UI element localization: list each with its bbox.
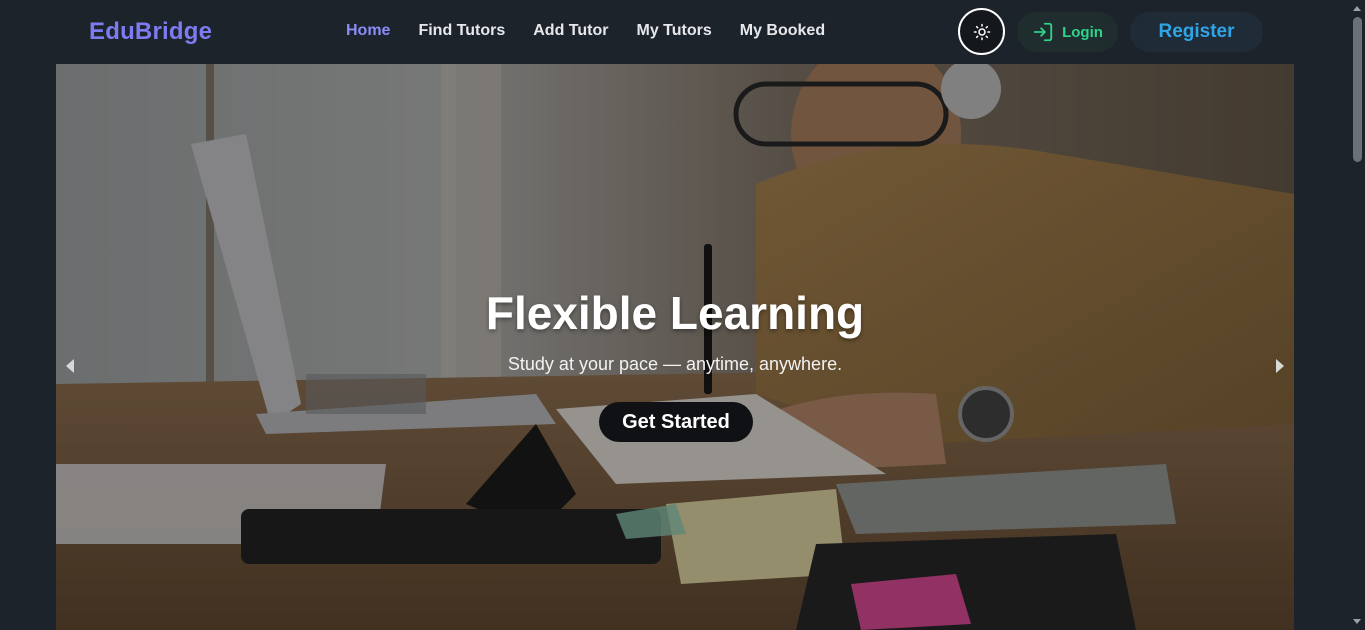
nav-item-my-tutors[interactable]: My Tutors <box>636 22 711 40</box>
navbar: EduBridge Home Find Tutors Add Tutor My … <box>56 0 1294 64</box>
login-label: Login <box>1062 23 1103 41</box>
register-button[interactable]: Register <box>1130 12 1263 52</box>
login-icon <box>1033 22 1053 42</box>
theme-toggle-button[interactable] <box>958 8 1005 55</box>
nav-item-find-tutors[interactable]: Find Tutors <box>418 22 505 40</box>
hero-subtitle: Study at your pace — anytime, anywhere. <box>507 354 843 374</box>
login-button[interactable]: Login <box>1017 12 1118 52</box>
hero-title: Flexible Learning <box>485 287 865 339</box>
scroll-up-icon[interactable] <box>1353 6 1361 11</box>
page: EduBridge Home Find Tutors Add Tutor My … <box>0 0 1365 630</box>
get-started-button[interactable]: Get Started <box>599 402 753 442</box>
sun-icon <box>973 23 990 40</box>
nav-item-my-booked[interactable]: My Booked <box>740 22 825 40</box>
register-label: Register <box>1158 21 1235 42</box>
hero-carousel: Flexible Learning Study at your pace — a… <box>56 64 1294 630</box>
scrollbar-thumb[interactable] <box>1353 17 1362 162</box>
hero-overlay <box>56 64 1294 630</box>
nav-item-add-tutor[interactable]: Add Tutor <box>533 22 608 40</box>
page-scrollbar[interactable] <box>1349 0 1365 630</box>
scroll-down-icon[interactable] <box>1353 619 1361 624</box>
nav-item-home[interactable]: Home <box>346 22 390 40</box>
chevron-left-icon[interactable] <box>66 359 74 373</box>
nav-links: Home Find Tutors Add Tutor My Tutors My … <box>346 22 825 40</box>
brand-logo[interactable]: EduBridge <box>89 18 212 46</box>
chevron-right-icon[interactable] <box>1276 359 1284 373</box>
